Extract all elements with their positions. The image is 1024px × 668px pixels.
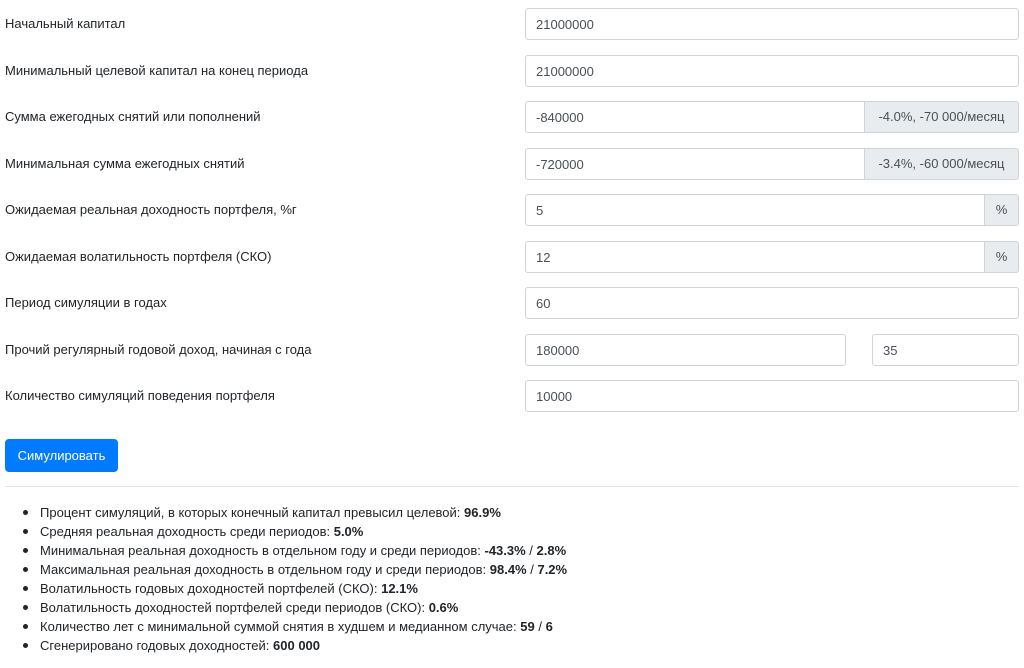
simulation-count-input[interactable] [525,380,1019,412]
row-min-target-capital: Минимальный целевой капитал на конец пер… [0,55,1024,87]
min-target-capital-label: Минимальный целевой капитал на конец пер… [5,63,309,78]
result-text: Процент симуляций, в которых конечный ка… [40,505,465,520]
result-item: Минимальная реальная доходность в отдель… [0,541,567,560]
result-text: Минимальная реальная доходность в отдель… [40,543,485,558]
expected-volatility-percent-addon: % [985,241,1019,273]
results-list: Процент симуляций, в которых конечный ка… [0,503,567,655]
result-text: Количество лет с минимальной суммой снят… [40,619,521,634]
result-text: Средняя реальная доходность среди период… [40,524,334,539]
result-item: Максимальная реальная доходность в отдел… [0,560,567,579]
result-item: Количество лет с минимальной суммой снят… [0,617,567,636]
annual-withdrawals-label: Сумма ежегодных снятий или пополнений [5,109,261,124]
result-value: 96.9% [464,505,501,520]
row-annual-withdrawals: Сумма ежегодных снятий или пополнений -4… [0,101,1024,133]
simulation-count-label: Количество симуляций поведения портфеля [5,388,275,403]
other-income-amount-input[interactable] [525,334,846,366]
result-value-2: 2.8% [536,543,567,558]
bullet-icon [23,510,28,515]
result-value: 98.4% [489,562,527,577]
bullet-icon [23,643,28,648]
result-value: 600 000 [273,638,321,653]
result-value: 5.0% [333,524,364,539]
min-annual-withdrawal-label: Минимальная сумма ежегодных снятий [5,156,245,171]
bullet-icon [23,624,28,629]
expected-volatility-input[interactable] [525,241,985,273]
result-separator: / [526,562,538,577]
result-value: 59 [520,619,535,634]
expected-return-input[interactable] [525,194,985,226]
simulate-button[interactable]: Симулировать [5,439,118,472]
result-separator: / [525,543,537,558]
divider [5,486,1019,487]
min-target-capital-input[interactable] [525,55,1019,87]
other-income-label: Прочий регулярный годовой доход, начиная… [5,342,312,357]
expected-return-label: Ожидаемая реальная доходность портфеля, … [5,202,297,217]
result-value-2: 6 [545,619,553,634]
result-item: Сгенерировано годовых доходностей: 600 0… [0,636,567,655]
row-expected-volatility: Ожидаемая волатильность портфеля (СКО) % [0,241,1024,273]
result-value: 0.6% [428,600,459,615]
result-item: Процент симуляций, в которых конечный ка… [0,503,567,522]
result-text: Волатильность годовых доходностей портфе… [40,581,382,596]
min-annual-withdrawal-input[interactable] [525,148,865,180]
result-text: Волатильность доходностей портфелей сред… [40,600,429,615]
row-other-income: Прочий регулярный годовой доход, начиная… [0,334,1024,366]
annual-withdrawals-input[interactable] [525,101,865,133]
simulation-period-input[interactable] [525,287,1019,319]
other-income-start-year-input[interactable] [872,334,1019,366]
row-expected-return: Ожидаемая реальная доходность портфеля, … [0,194,1024,226]
bullet-icon [23,529,28,534]
row-simulation-period: Период симуляции в годах [0,287,1024,319]
result-text: Сгенерировано годовых доходностей: [40,638,274,653]
row-initial-capital: Начальный капитал [0,8,1024,40]
bullet-icon [23,548,28,553]
bullet-icon [23,567,28,572]
row-min-annual-withdrawal: Минимальная сумма ежегодных снятий -3.4%… [0,148,1024,180]
simulation-period-label: Период симуляции в годах [5,295,167,310]
result-item: Средняя реальная доходность среди период… [0,522,567,541]
result-item: Волатильность доходностей портфелей сред… [0,598,567,617]
initial-capital-input[interactable] [525,8,1019,40]
annual-withdrawals-addon: -4.0%, -70 000/месяц [865,101,1019,133]
result-text: Максимальная реальная доходность в отдел… [40,562,490,577]
expected-volatility-label: Ожидаемая волатильность портфеля (СКО) [5,249,272,264]
expected-return-percent-addon: % [985,194,1019,226]
bullet-icon [23,586,28,591]
result-value-2: 7.2% [537,562,568,577]
bullet-icon [23,605,28,610]
initial-capital-label: Начальный капитал [5,16,126,31]
result-value: -43.3% [484,543,526,558]
result-item: Волатильность годовых доходностей портфе… [0,579,567,598]
row-simulation-count: Количество симуляций поведения портфеля [0,380,1024,412]
result-separator: / [534,619,546,634]
min-annual-withdrawal-addon: -3.4%, -60 000/месяц [865,148,1019,180]
result-value: 12.1% [381,581,418,596]
